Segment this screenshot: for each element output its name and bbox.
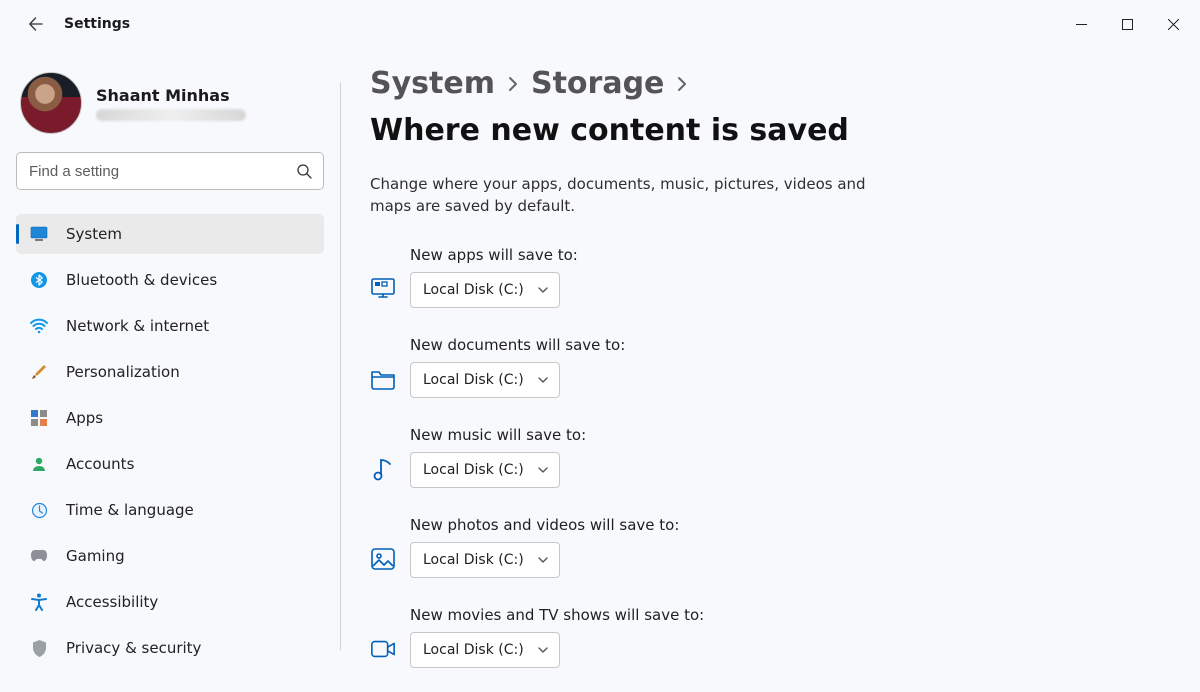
sidebar-item-apps[interactable]: Apps: [16, 398, 324, 438]
sidebar-item-label: Apps: [66, 409, 103, 427]
apps-location-dropdown[interactable]: Local Disk (C:): [410, 272, 560, 308]
sidebar-item-time-language[interactable]: Time & language: [16, 490, 324, 530]
dropdown-value: Local Disk (C:): [423, 552, 524, 568]
nav-list: System Bluetooth & devices Network & int…: [16, 214, 324, 674]
sidebar-item-label: Time & language: [66, 501, 194, 519]
page-subtitle: Change where your apps, documents, music…: [370, 174, 890, 218]
movies-location-dropdown[interactable]: Local Disk (C:): [410, 632, 560, 668]
sidebar-item-system[interactable]: System: [16, 214, 324, 254]
chevron-down-icon: [537, 374, 549, 386]
sidebar-item-accessibility[interactable]: Accessibility: [16, 582, 324, 622]
dropdown-value: Local Disk (C:): [423, 462, 524, 478]
arrow-left-icon: [28, 16, 44, 32]
sidebar-item-label: Accessibility: [66, 593, 158, 611]
main-content: System Storage Where new content is save…: [340, 48, 1200, 692]
gamepad-icon: [30, 547, 48, 565]
window-controls: [1058, 8, 1196, 40]
bluetooth-icon: [30, 271, 48, 289]
chevron-down-icon: [537, 464, 549, 476]
photos-location-dropdown[interactable]: Local Disk (C:): [410, 542, 560, 578]
setting-row-movies: New movies and TV shows will save to: Lo…: [370, 606, 1160, 668]
setting-label: New photos and videos will save to:: [410, 516, 679, 534]
apps-icon: [30, 409, 48, 427]
setting-row-documents: New documents will save to: Local Disk (…: [370, 336, 1160, 398]
profile-block[interactable]: Shaant Minhas: [20, 72, 324, 134]
profile-text: Shaant Minhas: [96, 86, 246, 121]
shield-icon: [30, 639, 48, 657]
setting-label: New music will save to:: [410, 426, 586, 444]
close-icon: [1168, 19, 1179, 30]
chevron-down-icon: [537, 284, 549, 296]
sidebar-item-bluetooth[interactable]: Bluetooth & devices: [16, 260, 324, 300]
folder-icon: [370, 366, 396, 392]
profile-email-redacted: [96, 109, 246, 121]
maximize-button[interactable]: [1104, 8, 1150, 40]
sidebar-item-label: System: [66, 225, 122, 243]
sidebar-item-label: Network & internet: [66, 317, 209, 335]
sidebar-item-privacy[interactable]: Privacy & security: [16, 628, 324, 668]
breadcrumb-system[interactable]: System: [370, 66, 495, 101]
chevron-right-icon: [676, 75, 688, 93]
sidebar-item-network[interactable]: Network & internet: [16, 306, 324, 346]
image-icon: [370, 546, 396, 572]
setting-row-music: New music will save to: Local Disk (C:): [370, 426, 1160, 488]
sidebar: Shaant Minhas System Bluetooth & devi: [0, 48, 340, 692]
search-input[interactable]: [16, 152, 324, 190]
system-icon: [30, 225, 48, 243]
setting-label: New apps will save to:: [410, 246, 578, 264]
maximize-icon: [1122, 19, 1133, 30]
minimize-button[interactable]: [1058, 8, 1104, 40]
vertical-divider: [340, 82, 341, 650]
search-icon: [296, 163, 312, 179]
breadcrumb-current: Where new content is saved: [370, 113, 849, 148]
sidebar-item-label: Gaming: [66, 547, 125, 565]
setting-row-apps: New apps will save to: Local Disk (C:): [370, 246, 1160, 308]
back-button[interactable]: [16, 4, 56, 44]
setting-label: New documents will save to:: [410, 336, 625, 354]
profile-name: Shaant Minhas: [96, 86, 246, 105]
app-title: Settings: [64, 16, 130, 32]
sidebar-item-label: Bluetooth & devices: [66, 271, 217, 289]
search-wrap: [16, 152, 324, 190]
desktop-app-icon: [370, 276, 396, 302]
documents-location-dropdown[interactable]: Local Disk (C:): [410, 362, 560, 398]
sidebar-item-accounts[interactable]: Accounts: [16, 444, 324, 484]
paintbrush-icon: [30, 363, 48, 381]
sidebar-item-personalization[interactable]: Personalization: [16, 352, 324, 392]
sidebar-item-label: Privacy & security: [66, 639, 201, 657]
breadcrumb: System Storage Where new content is save…: [370, 66, 1160, 148]
breadcrumb-storage[interactable]: Storage: [531, 66, 664, 101]
person-icon: [30, 455, 48, 473]
dropdown-value: Local Disk (C:): [423, 282, 524, 298]
setting-row-photos: New photos and videos will save to: Loca…: [370, 516, 1160, 578]
sidebar-item-label: Accounts: [66, 455, 134, 473]
setting-label: New movies and TV shows will save to:: [410, 606, 704, 624]
close-button[interactable]: [1150, 8, 1196, 40]
clock-globe-icon: [30, 501, 48, 519]
minimize-icon: [1076, 19, 1087, 30]
dropdown-value: Local Disk (C:): [423, 642, 524, 658]
accessibility-icon: [30, 593, 48, 611]
chevron-down-icon: [537, 554, 549, 566]
chevron-right-icon: [507, 75, 519, 93]
dropdown-value: Local Disk (C:): [423, 372, 524, 388]
wifi-icon: [30, 317, 48, 335]
music-location-dropdown[interactable]: Local Disk (C:): [410, 452, 560, 488]
avatar: [20, 72, 82, 134]
chevron-down-icon: [537, 644, 549, 656]
music-note-icon: [370, 456, 396, 482]
sidebar-item-label: Personalization: [66, 363, 180, 381]
titlebar: Settings: [0, 0, 1200, 48]
video-icon: [370, 636, 396, 662]
sidebar-item-gaming[interactable]: Gaming: [16, 536, 324, 576]
